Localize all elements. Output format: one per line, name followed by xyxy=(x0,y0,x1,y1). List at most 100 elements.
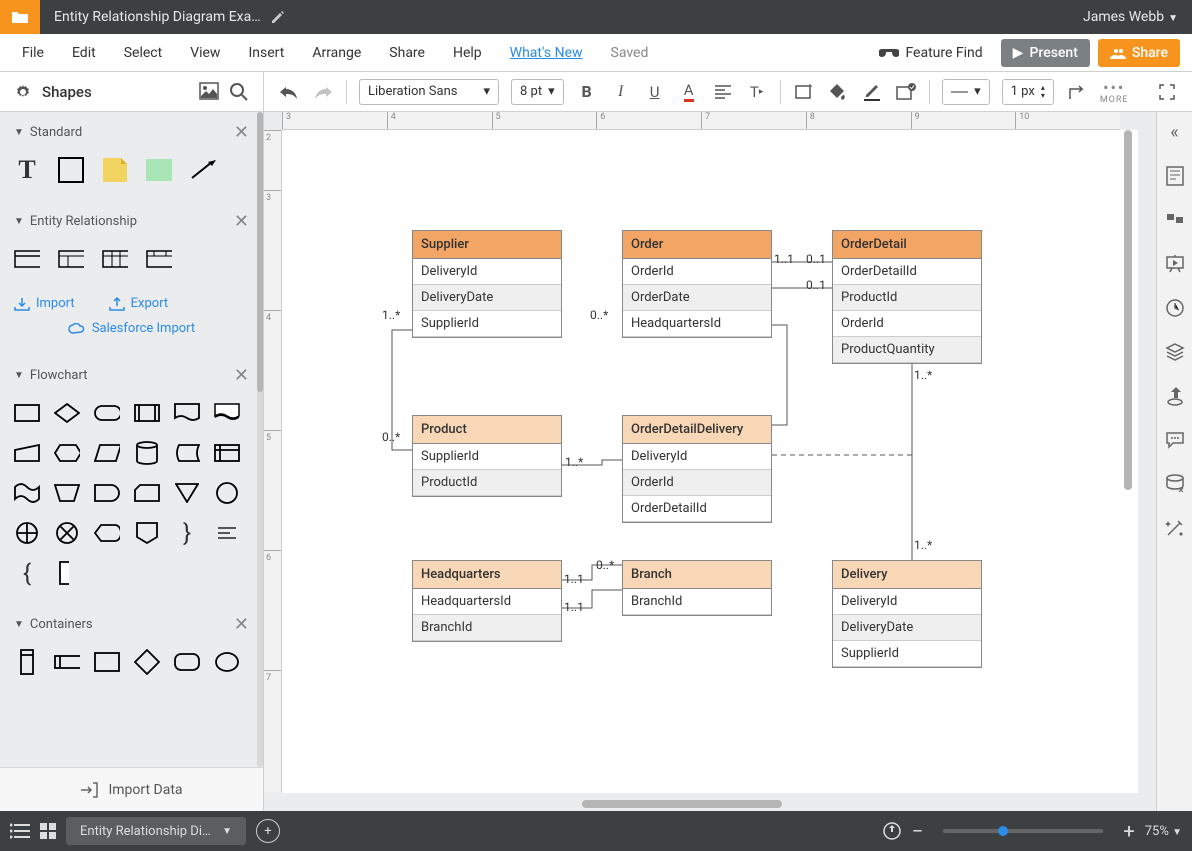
entity-order[interactable]: Order OrderId OrderDate HeadquartersId xyxy=(622,230,772,338)
canvas[interactable]: Supplier DeliveryId DeliveryDate Supplie… xyxy=(282,130,1138,793)
category-standard[interactable]: ▼Standard✕ xyxy=(0,112,263,153)
import-data-button[interactable]: Import Data xyxy=(0,767,263,811)
entity-orderdetaildelivery[interactable]: OrderDetailDelivery DeliveryId OrderId O… xyxy=(622,415,772,523)
add-page-button[interactable]: + xyxy=(256,819,280,843)
chat-icon[interactable] xyxy=(1163,428,1187,452)
slides-icon[interactable] xyxy=(1163,252,1187,276)
fullscreen-icon[interactable] xyxy=(1156,81,1178,103)
flow-docshade-icon[interactable] xyxy=(214,400,240,426)
cont-circle-icon[interactable] xyxy=(214,649,240,675)
er-entity3-icon[interactable] xyxy=(102,246,128,272)
line-path-icon[interactable] xyxy=(1066,81,1088,103)
flow-braceclose-icon[interactable]: } xyxy=(174,520,200,546)
arrow-shape-icon[interactable] xyxy=(190,157,216,183)
flow-terminator-icon[interactable] xyxy=(94,400,120,426)
flow-or-icon[interactable] xyxy=(14,520,40,546)
line-style-select[interactable]: ▾ xyxy=(942,79,990,105)
menu-share[interactable]: Share xyxy=(379,39,435,67)
category-er[interactable]: ▼Entity Relationship✕ xyxy=(0,201,263,242)
menu-whats-new[interactable]: What's New xyxy=(500,39,593,67)
flow-predef-icon[interactable] xyxy=(134,400,160,426)
text-shape-icon[interactable]: T xyxy=(14,157,40,183)
flow-delay-icon[interactable] xyxy=(94,480,120,506)
user-menu[interactable]: James Webb▼ xyxy=(1069,9,1192,25)
er-entity2-icon[interactable] xyxy=(58,246,84,272)
share-button[interactable]: Share xyxy=(1098,39,1180,67)
er-salesforce-link[interactable]: Salesforce Import xyxy=(68,321,195,336)
zoom-out-button[interactable]: − xyxy=(912,819,923,843)
menu-insert[interactable]: Insert xyxy=(238,39,294,67)
er-export-link[interactable]: Export xyxy=(109,296,169,311)
flow-rect-icon[interactable] xyxy=(14,400,40,426)
flow-tape-icon[interactable] xyxy=(14,480,40,506)
entity-product[interactable]: Product SupplierId ProductId xyxy=(412,415,562,497)
underline-icon[interactable]: U xyxy=(644,81,666,103)
rect-shape-icon[interactable] xyxy=(58,157,84,183)
share-icon[interactable] xyxy=(1163,384,1187,408)
sync-icon[interactable] xyxy=(882,821,902,841)
list-view-icon[interactable] xyxy=(10,823,30,839)
flow-card-icon[interactable] xyxy=(134,480,160,506)
flow-display-icon[interactable] xyxy=(94,520,120,546)
er-entity1-icon[interactable] xyxy=(14,246,40,272)
flow-manualop-icon[interactable] xyxy=(54,480,80,506)
close-icon[interactable]: ✕ xyxy=(234,614,249,635)
shape-rect-icon[interactable] xyxy=(793,81,815,103)
text-color-icon[interactable]: A xyxy=(678,81,700,103)
layers-icon[interactable] xyxy=(1163,340,1187,364)
flow-database-icon[interactable] xyxy=(134,440,160,466)
cont-swimlane-icon[interactable] xyxy=(14,649,40,675)
data-icon[interactable] xyxy=(1163,472,1187,496)
entity-supplier[interactable]: Supplier DeliveryId DeliveryDate Supplie… xyxy=(412,230,562,338)
entity-delivery[interactable]: Delivery DeliveryId DeliveryDate Supplie… xyxy=(832,560,982,668)
more-menu[interactable]: ••• MORE xyxy=(1100,78,1129,105)
align-icon[interactable] xyxy=(712,81,734,103)
flow-document-icon[interactable] xyxy=(174,400,200,426)
menu-file[interactable]: File xyxy=(12,39,54,67)
zoom-level[interactable]: 75% ▼ xyxy=(1145,824,1182,839)
line-width-select[interactable]: 1 px ▴▾ xyxy=(1002,79,1054,105)
flow-merge-icon[interactable] xyxy=(174,480,200,506)
zoom-in-button[interactable]: + xyxy=(1123,819,1134,843)
menu-help[interactable]: Help xyxy=(443,39,492,67)
flow-manualin-icon[interactable] xyxy=(14,440,40,466)
font-size-select[interactable]: 8 pt ▾ xyxy=(511,79,564,105)
cont-rounded-icon[interactable] xyxy=(174,649,200,675)
flow-hexagon-icon[interactable] xyxy=(54,440,80,466)
folder-icon[interactable] xyxy=(0,0,40,34)
gear-icon[interactable] xyxy=(14,83,32,101)
flow-bracket-icon[interactable] xyxy=(54,560,80,586)
entity-headquarters[interactable]: Headquarters HeadquartersId BranchId xyxy=(412,560,562,642)
close-icon[interactable]: ✕ xyxy=(234,211,249,232)
er-import-link[interactable]: Import xyxy=(14,296,75,311)
redo-icon[interactable] xyxy=(312,81,334,103)
flow-storeddata-icon[interactable] xyxy=(174,440,200,466)
note-shape-icon[interactable] xyxy=(102,157,128,183)
present-button[interactable]: ▶ Present xyxy=(1001,39,1090,67)
menu-select[interactable]: Select xyxy=(114,39,172,67)
history-icon[interactable] xyxy=(1163,296,1187,320)
bold-icon[interactable]: B xyxy=(576,81,598,103)
canvas-v-scrollbar[interactable] xyxy=(1124,130,1134,793)
left-scrollbar[interactable] xyxy=(257,112,263,767)
notes-icon[interactable] xyxy=(1163,164,1187,188)
flow-offpage-icon[interactable] xyxy=(134,520,160,546)
canvas-h-scrollbar[interactable] xyxy=(282,797,1120,811)
magic-icon[interactable] xyxy=(1163,516,1187,540)
edit-icon[interactable] xyxy=(271,10,285,24)
er-entity4-icon[interactable] xyxy=(146,246,172,272)
search-icon[interactable] xyxy=(229,82,249,102)
shape-props-icon[interactable] xyxy=(895,81,917,103)
fill-icon[interactable] xyxy=(827,81,849,103)
flow-internal-icon[interactable] xyxy=(214,440,240,466)
image-icon[interactable] xyxy=(199,82,219,100)
category-flowchart[interactable]: ▼Flowchart✕ xyxy=(0,355,263,396)
menu-view[interactable]: View xyxy=(180,39,230,67)
zoom-slider[interactable] xyxy=(943,829,1103,833)
font-select[interactable]: Liberation Sans▾ xyxy=(359,79,499,105)
flow-diamond-icon[interactable] xyxy=(54,400,80,426)
close-icon[interactable]: ✕ xyxy=(234,122,249,143)
cont-rect-icon[interactable] xyxy=(94,649,120,675)
block-shape-icon[interactable] xyxy=(146,157,172,183)
text-style-icon[interactable]: T▸ xyxy=(746,81,768,103)
